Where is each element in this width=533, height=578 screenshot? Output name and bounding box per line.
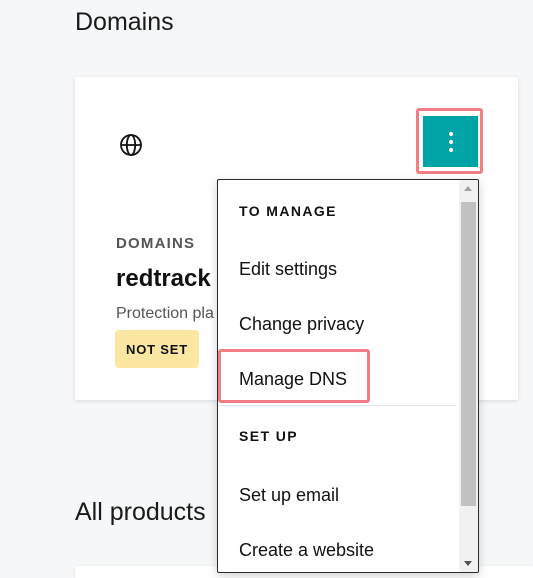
all-products-title: All products [75, 498, 206, 526]
card-eyebrow: DOMAINS [116, 235, 196, 252]
scroll-down-arrow-icon[interactable] [464, 561, 472, 566]
page-title: Domains [75, 8, 174, 36]
manage-dns-highlight [218, 349, 370, 403]
status-badge: NOT SET [115, 330, 199, 368]
menu-item-setup-email[interactable]: Set up email [239, 485, 339, 506]
menu-item-change-privacy[interactable]: Change privacy [239, 314, 364, 335]
menu-heading-setup: SET UP [239, 428, 298, 444]
scroll-up-arrow-icon[interactable] [464, 186, 472, 191]
menu-heading-manage: TO MANAGE [239, 203, 337, 219]
menu-divider [218, 405, 456, 406]
menu-item-edit-settings[interactable]: Edit settings [239, 259, 337, 280]
scrollbar-thumb[interactable] [461, 202, 476, 506]
domain-name[interactable]: redtrack [116, 265, 211, 293]
menu-scrollbar[interactable] [459, 180, 478, 572]
globe-icon [120, 134, 142, 156]
protection-plan-text: Protection pla [116, 305, 214, 322]
more-options-highlight [416, 108, 483, 174]
menu-item-create-website[interactable]: Create a website [239, 540, 374, 561]
